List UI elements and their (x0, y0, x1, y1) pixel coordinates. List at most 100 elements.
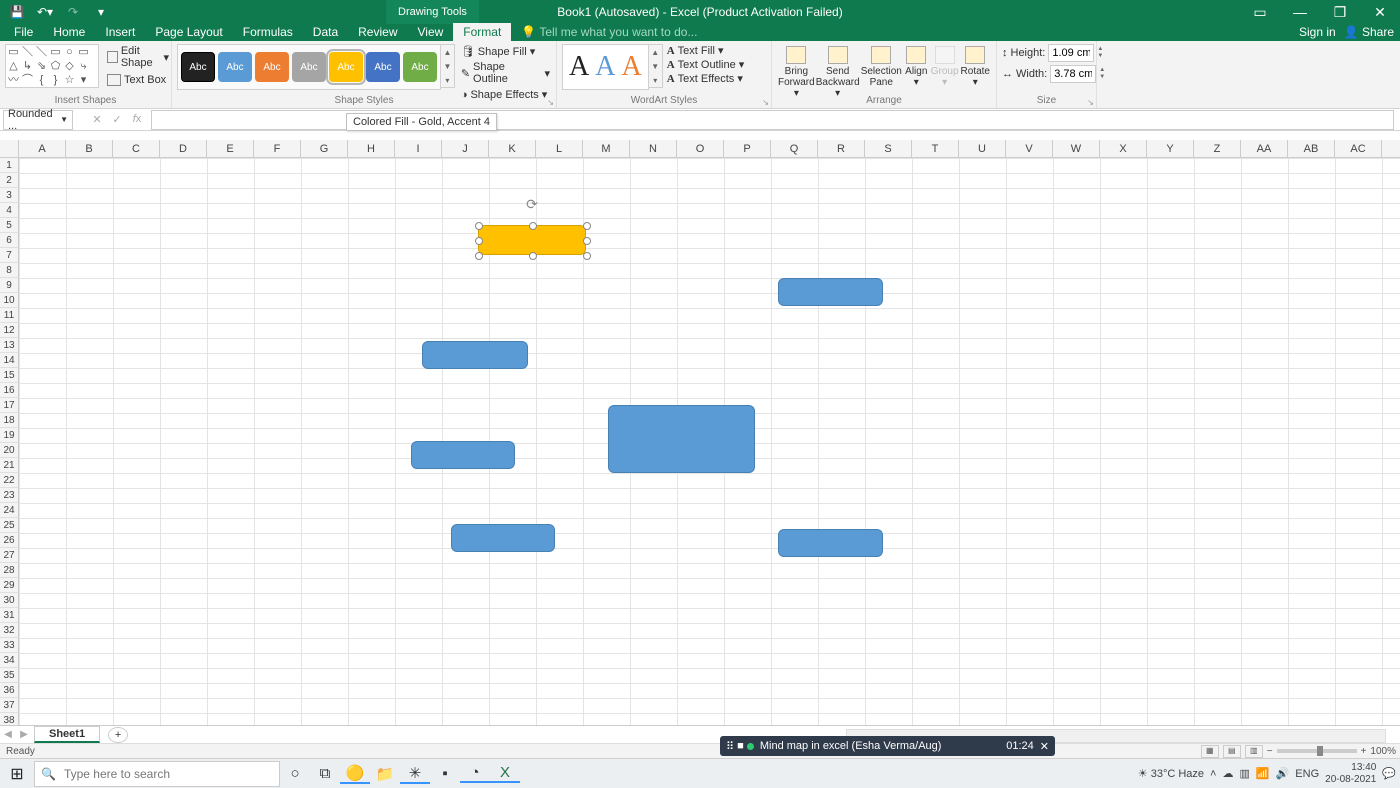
selection-handle[interactable] (529, 252, 537, 260)
zoom-out-button[interactable]: − (1267, 746, 1273, 757)
slack-icon[interactable]: ✳ (400, 764, 430, 784)
gallery-more-icon[interactable]: ▾ (77, 74, 90, 87)
column-header[interactable]: O (677, 140, 724, 157)
start-button[interactable]: ⊞ (0, 764, 34, 784)
tab-home[interactable]: Home (43, 23, 95, 41)
tab-formulas[interactable]: Formulas (233, 23, 303, 41)
row-header[interactable]: 5 (0, 218, 19, 233)
row-header[interactable]: 7 (0, 248, 19, 263)
onedrive-icon[interactable]: ☁ (1222, 767, 1233, 780)
column-header[interactable]: F (254, 140, 301, 157)
column-header[interactable]: U (959, 140, 1006, 157)
row-header[interactable]: 25 (0, 518, 19, 533)
row-header[interactable]: 30 (0, 593, 19, 608)
text-fill-button[interactable]: AText Fill ▾ (667, 44, 745, 57)
row-header[interactable]: 9 (0, 278, 19, 293)
row-header[interactable]: 17 (0, 398, 19, 413)
row-header[interactable]: 26 (0, 533, 19, 548)
selection-handle[interactable] (475, 252, 483, 260)
chrome-icon[interactable]: 🟡 (340, 764, 370, 784)
text-outline-button[interactable]: AText Outline ▾ (667, 58, 745, 71)
dialog-launcher-icon[interactable]: ↘ (762, 98, 769, 107)
column-header[interactable]: V (1006, 140, 1053, 157)
column-header[interactable]: Y (1147, 140, 1194, 157)
shapes-gallery[interactable]: ▭＼＼▭○▭ △↳⇘⬠◇⤷ 〰⌒{}☆▾ (5, 44, 99, 88)
column-header[interactable]: E (207, 140, 254, 157)
shape-icon[interactable]: 〰 (7, 74, 20, 87)
redo-icon[interactable]: ↷ (60, 5, 86, 19)
align-button[interactable]: Align ▾ (903, 44, 930, 101)
column-header[interactable]: I (395, 140, 442, 157)
shape-fill-button[interactable]: 🛢Shape Fill ▾ (460, 44, 551, 59)
edit-shape-button[interactable]: Edit Shape ▾ (105, 44, 171, 70)
row-header[interactable]: 21 (0, 458, 19, 473)
formula-input[interactable] (151, 110, 1394, 130)
taskbar-search[interactable]: 🔍 Type here to search (34, 761, 280, 787)
notifications-icon[interactable]: 💬 (1382, 767, 1396, 780)
shape-icon[interactable]: ▭ (49, 46, 62, 59)
shape-icon[interactable]: ☆ (63, 74, 76, 87)
selection-handle[interactable] (529, 222, 537, 230)
row-header[interactable]: 31 (0, 608, 19, 623)
row-header[interactable]: 32 (0, 623, 19, 638)
height-spinner[interactable]: ▲▼ (1097, 46, 1103, 60)
shape-icon[interactable]: ＼ (21, 46, 34, 59)
cortana-icon[interactable]: ○ (280, 765, 310, 782)
shape-icon[interactable]: { (35, 74, 48, 87)
tab-view[interactable]: View (408, 23, 454, 41)
sheet-nav-prev[interactable]: ◀ (0, 729, 16, 740)
select-all-corner[interactable] (0, 140, 19, 157)
column-header[interactable]: D (160, 140, 207, 157)
shape-icon[interactable]: △ (7, 60, 20, 73)
rounded-rectangle-shape[interactable] (778, 529, 883, 557)
style-swatch-blue[interactable]: Abc (218, 52, 252, 82)
style-swatch-gray[interactable]: Abc (292, 52, 326, 82)
wordart-style-1[interactable]: A (569, 51, 589, 83)
column-header[interactable]: W (1053, 140, 1100, 157)
width-input[interactable] (1050, 65, 1096, 83)
column-header[interactable]: M (583, 140, 630, 157)
column-header[interactable]: B (66, 140, 113, 157)
rotate-handle-icon[interactable]: ⟳ (524, 196, 540, 212)
selection-handle[interactable] (475, 237, 483, 245)
shape-outline-button[interactable]: ✎Shape Outline ▾ (460, 60, 551, 86)
file-explorer-icon[interactable]: 📁 (370, 765, 400, 783)
column-header[interactable]: K (489, 140, 536, 157)
shape-icon[interactable]: } (49, 74, 62, 87)
row-header[interactable]: 8 (0, 263, 19, 278)
selection-handle[interactable] (583, 222, 591, 230)
add-sheet-button[interactable]: + (108, 727, 128, 743)
sheet-tab-sheet1[interactable]: Sheet1 (34, 726, 100, 743)
style-swatch-green[interactable]: Abc (403, 52, 437, 82)
row-header[interactable]: 4 (0, 203, 19, 218)
column-header[interactable]: AC (1335, 140, 1382, 157)
shape-icon[interactable]: ＼ (35, 46, 48, 59)
qat-more-icon[interactable]: ▾ (88, 5, 114, 19)
save-icon[interactable]: 💾 (4, 5, 30, 19)
selection-pane-button[interactable]: Selection Pane (860, 44, 903, 101)
column-header[interactable]: R (818, 140, 865, 157)
rounded-rectangle-shape[interactable] (451, 524, 555, 552)
row-header[interactable]: 20 (0, 443, 19, 458)
view-page-layout-button[interactable]: ▤ (1223, 745, 1241, 758)
tab-format[interactable]: Format (453, 23, 511, 41)
column-header[interactable]: G (301, 140, 348, 157)
drag-handle-icon[interactable]: ⠿ (726, 740, 734, 753)
cancel-icon[interactable]: ✕ (87, 113, 107, 126)
shape-icon[interactable]: ▭ (7, 46, 20, 59)
row-header[interactable]: 28 (0, 563, 19, 578)
row-header[interactable]: 11 (0, 308, 19, 323)
text-effects-button[interactable]: AText Effects ▾ (667, 72, 745, 85)
recording-overlay[interactable]: ⠿ ■ Mind map in excel (Esha Verma/Aug) 0… (720, 736, 1055, 756)
row-header[interactable]: 15 (0, 368, 19, 383)
tell-me-search[interactable]: 💡 Tell me what you want to do... (521, 25, 697, 41)
row-header[interactable]: 22 (0, 473, 19, 488)
column-header[interactable]: A (19, 140, 66, 157)
row-header[interactable]: 14 (0, 353, 19, 368)
dialog-launcher-icon[interactable]: ↘ (547, 98, 554, 107)
enter-icon[interactable]: ✓ (107, 113, 127, 126)
view-normal-button[interactable]: ▦ (1201, 745, 1219, 758)
selection-handle[interactable] (583, 252, 591, 260)
rounded-rectangle-shape[interactable] (411, 441, 515, 469)
row-header[interactable]: 1 (0, 158, 19, 173)
